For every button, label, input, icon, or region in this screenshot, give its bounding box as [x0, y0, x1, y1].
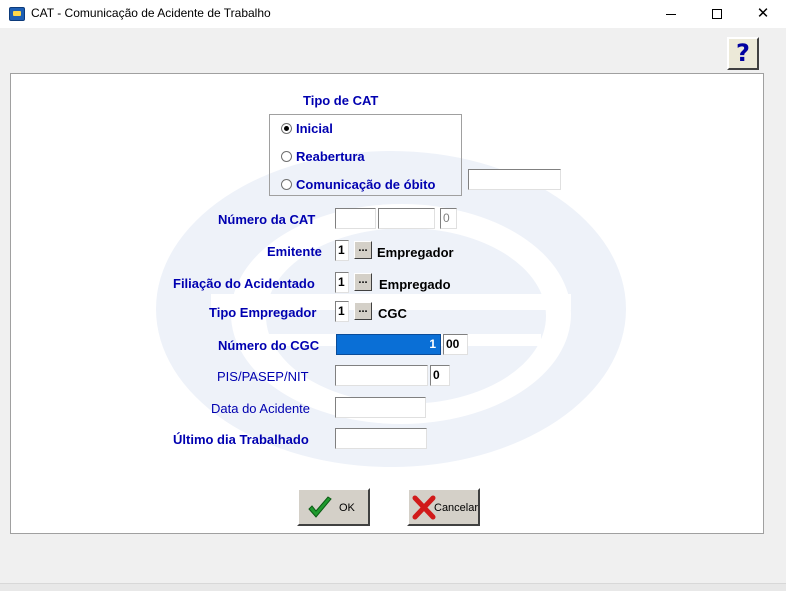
emitente-description: Empregador [377, 245, 454, 260]
cancel-button-label: Cancelar [434, 502, 479, 514]
numero-cgc-label: Número do CGC [218, 338, 320, 353]
numero-cat-digit-field[interactable]: 0 [440, 208, 457, 229]
tipo-empregador-label: Tipo Empregador [209, 305, 317, 320]
radio-comunicacao-obito[interactable]: Comunicação de óbito [281, 177, 456, 193]
emitente-lookup-button[interactable]: ... [354, 241, 372, 259]
radio-inicial-label: Inicial [296, 121, 333, 136]
filiacao-label: Filiação do Acidentado [173, 276, 315, 291]
numero-cgc-field[interactable]: 1 [336, 334, 441, 355]
minimize-button[interactable] [648, 0, 694, 28]
status-bar [0, 583, 786, 591]
cancel-x-icon [412, 495, 436, 520]
numero-cat-part2-field[interactable] [378, 208, 435, 229]
ultimo-dia-label: Último dia Trabalhado [173, 432, 309, 447]
title-bar: CAT - Comunicação de Acidente de Trabalh… [0, 0, 786, 28]
ok-button[interactable]: OK [297, 488, 370, 526]
emitente-code-field[interactable]: 1 [335, 240, 349, 261]
pis-field[interactable] [335, 365, 428, 386]
tipo-cat-title: Tipo de CAT [303, 93, 379, 108]
maximize-icon [712, 9, 722, 20]
help-button[interactable]: ? [727, 37, 759, 70]
radio-obito-label: Comunicação de óbito [296, 177, 436, 192]
obito-field[interactable] [468, 169, 561, 190]
tipo-empregador-code-field[interactable]: 1 [335, 301, 349, 322]
filiacao-lookup-button[interactable]: ... [354, 273, 372, 291]
radio-reabertura-label: Reabertura [296, 149, 365, 164]
app-icon [9, 7, 25, 21]
filiacao-description: Empregado [379, 277, 451, 292]
ok-button-label: OK [339, 502, 355, 514]
tipo-empregador-description: CGC [378, 306, 407, 321]
tipo-empregador-lookup-button[interactable]: ... [354, 302, 372, 320]
pis-digit-field[interactable]: 0 [430, 365, 450, 386]
radio-inicial-icon [281, 123, 292, 134]
data-acidente-field[interactable] [335, 397, 426, 418]
filiacao-code-field[interactable]: 1 [335, 272, 349, 293]
close-button[interactable]: ✕ [740, 0, 786, 28]
radio-inicial[interactable]: Inicial [281, 121, 371, 137]
main-panel: Tipo de CAT Inicial Reabertura Comunicaç… [10, 73, 764, 534]
window-title: CAT - Comunicação de Acidente de Trabalh… [31, 6, 271, 20]
radio-reabertura[interactable]: Reabertura [281, 149, 391, 165]
checkmark-icon [308, 496, 332, 518]
ultimo-dia-field[interactable] [335, 428, 427, 449]
cancel-button[interactable]: Cancelar [407, 488, 480, 526]
radio-reabertura-icon [281, 151, 292, 162]
pis-label: PIS/PASEP/NIT [217, 369, 309, 384]
data-acidente-label: Data do Acidente [211, 401, 311, 416]
maximize-button[interactable] [694, 0, 740, 28]
close-icon: ✕ [756, 5, 770, 22]
numero-cat-label: Número da CAT [218, 212, 316, 227]
radio-obito-icon [281, 179, 292, 190]
numero-cat-part1-field[interactable] [335, 208, 376, 229]
minimize-icon [666, 13, 676, 15]
emitente-label: Emitente [267, 244, 322, 259]
numero-cgc-suffix-field[interactable]: 00 [443, 334, 468, 355]
